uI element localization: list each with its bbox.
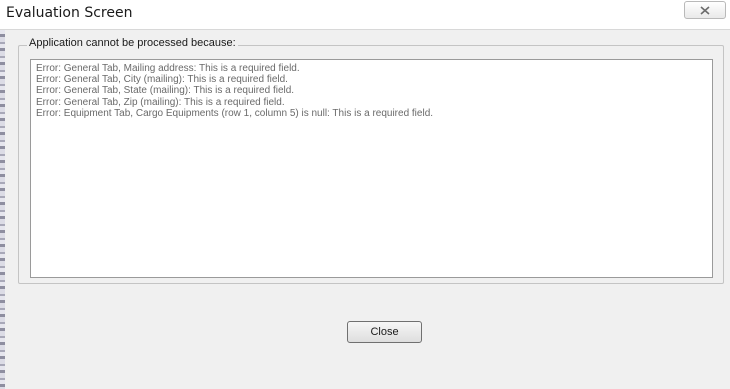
title-bar[interactable]: Evaluation Screen xyxy=(0,0,730,30)
close-x-icon xyxy=(700,5,710,15)
error-message: Error: General Tab, Mailing address: Thi… xyxy=(36,63,300,74)
group-legend: Application cannot be processed because: xyxy=(27,37,238,49)
window-title: Evaluation Screen xyxy=(6,5,133,21)
evaluation-dialog: Evaluation Screen Application cannot be … xyxy=(0,0,730,389)
background-window-edge xyxy=(0,0,5,389)
error-group-box: Application cannot be processed because:… xyxy=(18,37,724,284)
error-message: Error: General Tab, State (mailing): Thi… xyxy=(36,85,295,97)
error-message-area[interactable]: Error: General Tab, Mailing address: Thi… xyxy=(30,59,713,278)
error-message: Error: General Tab, City (mailing): This… xyxy=(36,74,288,86)
window-close-button[interactable] xyxy=(684,1,726,19)
error-message: Error: General Tab, Zip (mailing): This … xyxy=(36,96,285,108)
error-message: Error: Equipment Tab, Cargo Equipments (… xyxy=(36,107,434,119)
close-button[interactable]: Close xyxy=(347,321,422,343)
